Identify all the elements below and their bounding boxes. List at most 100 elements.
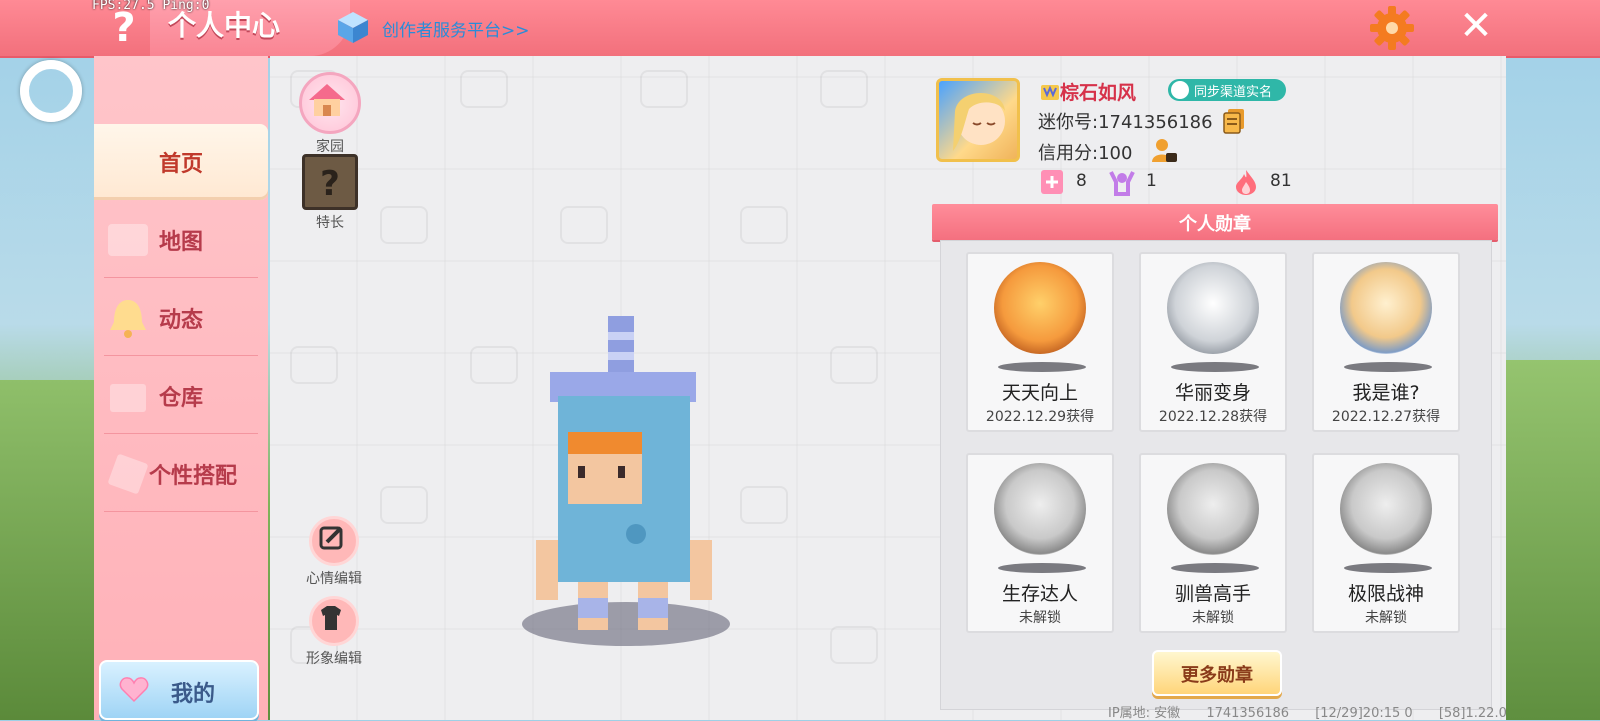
sidebar-item-home[interactable]: 首页 (94, 124, 268, 200)
pattern-tile (830, 626, 878, 664)
more-medals-button[interactable]: 更多勋章 (1152, 650, 1282, 696)
sync-realname-badge[interactable]: 同步渠道实名 (1168, 79, 1286, 101)
mood-edit-button[interactable]: 心情编辑 (298, 516, 370, 588)
medal-name: 我是谁? (1352, 382, 1420, 404)
footer-info: IP属地: 安徽 1741356186 [12/29]20:15 0 [58]1… (1108, 702, 1529, 721)
sidebar-item-label: 动态 (158, 308, 203, 333)
stat-heat-value: 81 (1270, 171, 1292, 191)
footer-timestamp: [12/29]20:15 0 (1315, 706, 1413, 721)
medal-card[interactable]: 驯兽高手 未解锁 (1139, 453, 1287, 633)
fan-cheer-icon (1109, 171, 1135, 196)
sidebar-item-label: 个性搭配 (148, 464, 237, 489)
question-block-icon: ? (302, 154, 358, 210)
medal-name: 生存达人 (1001, 583, 1078, 605)
edit-pencil-icon (309, 516, 359, 566)
sidebar-item-outfit[interactable]: 个性搭配 (94, 436, 268, 512)
sidebar-item-map[interactable]: 地图 (94, 202, 268, 278)
top-bar: ? 个人中心 创作者服务平台>> ✕ (0, 0, 1600, 58)
medal-pedestal (998, 563, 1086, 573)
medal-status: 未解锁 (1192, 610, 1234, 626)
medal-status: 未解锁 (1019, 610, 1061, 626)
credit-score: 信用分:100 (1038, 143, 1133, 164)
background-scenery-right (1490, 360, 1600, 720)
more-medals-label: 更多勋章 (1181, 665, 1253, 686)
stat-cards-value: 8 (1076, 171, 1087, 191)
home-button[interactable]: 家园 (298, 72, 362, 156)
mine-button[interactable]: 我的 (99, 660, 259, 720)
credit-user-icon[interactable] (1150, 136, 1178, 164)
home-label: 家园 (316, 139, 344, 155)
medal-card[interactable]: 生存达人 未解锁 (966, 453, 1114, 633)
pattern-tile (820, 70, 868, 108)
divider (104, 511, 258, 512)
flame-icon (1236, 170, 1256, 195)
medal-name: 驯兽高手 (1174, 583, 1251, 605)
sidebar-item-label: 仓库 (158, 386, 203, 411)
look-edit-button[interactable]: 形象编辑 (298, 596, 370, 668)
pattern-tile (830, 346, 878, 384)
background-scenery-left (0, 380, 100, 720)
medal-date: 2022.12.29获得 (985, 409, 1095, 425)
medal-card[interactable]: 华丽变身 2022.12.28获得 (1139, 252, 1287, 432)
medal-card[interactable]: 天天向上 2022.12.29获得 (966, 252, 1114, 432)
copy-icon[interactable] (1222, 108, 1246, 134)
profile-avatar[interactable] (936, 78, 1020, 162)
sidebar: 首页 地图 动态 仓库 个性搭配 我的 (94, 56, 268, 720)
pattern-tile (740, 206, 788, 244)
medal-name: 天天向上 (1001, 382, 1078, 404)
medal-pedestal (1171, 362, 1259, 372)
dino-costume-medal-icon (1167, 262, 1259, 354)
footer-version: [58]1.22.0 (1438, 706, 1507, 721)
pattern-tile (460, 70, 508, 108)
medal-pedestal (998, 362, 1086, 372)
footer-uid: 1741356186 (1206, 706, 1290, 721)
medal-status: 未解锁 (1365, 610, 1407, 626)
creator-platform-link[interactable]: 创作者服务平台>> (382, 16, 530, 41)
heart-icon (119, 677, 149, 703)
sidebar-item-storage[interactable]: 仓库 (94, 358, 268, 434)
gear-icon[interactable] (1369, 5, 1415, 51)
user-check-icon (1171, 81, 1189, 99)
sync-realname-label: 同步渠道实名 (1194, 85, 1273, 100)
medal-name: 极限战神 (1347, 583, 1424, 605)
look-edit-label: 形象编辑 (306, 651, 362, 667)
pattern-tile (740, 486, 788, 524)
talent-label: 特长 (316, 215, 344, 231)
stat-fans-value: 1 (1146, 171, 1157, 191)
horse-medal-icon (1167, 463, 1259, 555)
house-icon (299, 72, 361, 134)
nickname: 棕石如风 (1060, 82, 1137, 104)
medal-date: 2022.12.28获得 (1158, 409, 1268, 425)
medal-date: 2022.12.27获得 (1331, 409, 1441, 425)
pattern-tile (470, 346, 518, 384)
divider (104, 355, 258, 356)
pattern-tile (380, 206, 428, 244)
medal-header: 个人勋章 (932, 204, 1498, 240)
pattern-tile (290, 346, 338, 384)
sidebar-item-label: 首页 (158, 152, 203, 177)
medal-card[interactable]: 我是谁? 2022.12.27获得 (1312, 252, 1460, 432)
divider (104, 277, 258, 278)
mood-edit-label: 心情编辑 (306, 571, 362, 587)
close-icon[interactable]: ✕ (1456, 6, 1496, 46)
boss-medal-icon (1340, 463, 1432, 555)
cube-icon (338, 12, 368, 43)
calendar-medal-icon (994, 262, 1086, 354)
divider (104, 433, 258, 434)
medal-pedestal (1344, 362, 1432, 372)
talent-button[interactable]: ? 特长 (298, 154, 362, 232)
medal-pedestal (1344, 563, 1432, 573)
mini-id: 迷你号:1741356186 (1038, 112, 1213, 133)
sidebar-item-feed[interactable]: 动态 (94, 280, 268, 356)
vip-badge-icon (1041, 85, 1059, 100)
medal-card[interactable]: 极限战神 未解锁 (1312, 453, 1460, 633)
medal-pedestal (1171, 563, 1259, 573)
shirt-icon (309, 596, 359, 646)
medal-header-title: 个人勋章 (1179, 214, 1251, 235)
sidebar-item-label: 地图 (158, 230, 203, 255)
medal-name: 华丽变身 (1174, 382, 1251, 404)
avatar-character[interactable] (520, 312, 740, 642)
record-ring-icon[interactable] (20, 60, 82, 122)
pattern-tile (380, 486, 428, 524)
mine-label: 我的 (171, 682, 216, 707)
